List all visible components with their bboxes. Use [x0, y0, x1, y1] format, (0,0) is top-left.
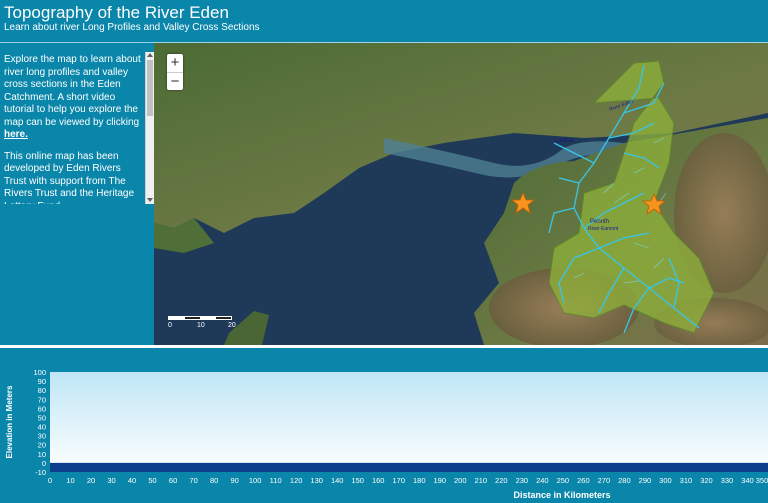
x-tick-label: 60: [169, 476, 177, 485]
profile-svg: 1009080706050403020100-10 0 10 20 30 40 50 60 7…: [5, 368, 768, 500]
x-tick-label: 240: [536, 476, 549, 485]
x-tick-label: 120: [290, 476, 303, 485]
header: Topography of the River Eden Learn about…: [0, 0, 768, 42]
scroll-thumb[interactable]: [147, 60, 153, 116]
scale-label: 0: [168, 322, 172, 329]
x-tick-label: 20: [87, 476, 95, 485]
scale-label: 10: [197, 322, 205, 329]
elevation-profile-chart[interactable]: 100 90 80 70 60 50 40 30 20 10 0 -10 0 10 20 30 40 50 60 7…: [0, 348, 768, 503]
info-panel: Explore the map to learn about river lon…: [0, 52, 154, 204]
info-panel-text: Explore the map to learn about river lon…: [4, 54, 142, 204]
place-label-penrith: Penrith: [590, 219, 609, 225]
x-tick-label: 250: [557, 476, 570, 485]
y-axis-label: Elevation in Meters: [5, 385, 14, 458]
zoom-in-button[interactable]: +: [167, 54, 183, 72]
x-tick-label: 30: [107, 476, 115, 485]
x-tick-label: 0: [48, 476, 52, 485]
x-tick-label: 170: [392, 476, 405, 485]
zoom-out-button[interactable]: −: [167, 72, 183, 90]
x-tick-label: 150: [351, 476, 364, 485]
y-tick-label: 70: [38, 395, 46, 404]
river-label-eamont: River Eamont: [588, 226, 619, 232]
x-tick-label: 270: [598, 476, 611, 485]
x-tick-label: 70: [189, 476, 197, 485]
y-tick-label: 10: [38, 450, 46, 459]
y-tick-label: 90: [38, 377, 46, 386]
place-label-carlisle: Carlisle: [554, 138, 575, 144]
x-tick-label: 210: [475, 476, 488, 485]
y-tick-label: 100: [33, 368, 46, 377]
x-tick-label: 320: [700, 476, 713, 485]
y-tick-label: 80: [38, 386, 46, 395]
x-tick-label: 10: [66, 476, 74, 485]
info-paragraph-intro: Explore the map to learn about river lon…: [4, 54, 142, 142]
profile-area: [50, 462, 768, 472]
x-tick-label: 160: [372, 476, 385, 485]
page-title: Topography of the River Eden: [4, 3, 229, 22]
x-tick-label: 50: [148, 476, 156, 485]
zoom-control: + −: [167, 54, 183, 90]
info-paragraph-credits: This online map has been developed by Ed…: [4, 150, 135, 205]
x-tick-label: 100: [249, 476, 262, 485]
y-tick-label: 30: [38, 432, 46, 441]
x-tick-label: 350: [756, 476, 768, 485]
satellite-map[interactable]: Carlisle Penrith River Eamont River Eden: [154, 43, 768, 345]
x-tick-label: 40: [128, 476, 136, 485]
scale-label: 20: [228, 322, 236, 329]
y-tick-label: 40: [38, 423, 46, 432]
info-panel-scrollbar[interactable]: [145, 52, 154, 204]
page-subtitle: Learn about river Long Profiles and Vall…: [4, 22, 260, 33]
x-tick-label: 200: [454, 476, 467, 485]
x-tick-label: 190: [434, 476, 447, 485]
y-tick-label: 60: [38, 404, 46, 413]
x-tick-label: 220: [495, 476, 508, 485]
scroll-up-icon[interactable]: [147, 53, 153, 57]
x-tick-label: 340: [741, 476, 754, 485]
x-tick-label: 180: [413, 476, 426, 485]
x-tick-label: 230: [516, 476, 529, 485]
x-tick-label: 90: [230, 476, 238, 485]
x-tick-label: 80: [210, 476, 218, 485]
scroll-down-icon[interactable]: [147, 198, 153, 202]
y-tick-label: 50: [38, 413, 46, 422]
intro-text: Explore the map to learn about river lon…: [4, 54, 141, 128]
x-tick-label: 330: [721, 476, 734, 485]
app-window: Topography of the River Eden Learn about…: [0, 0, 768, 503]
x-tick-label: 300: [659, 476, 672, 485]
y-tick-label: -10: [35, 468, 46, 477]
x-tick-label: 130: [310, 476, 323, 485]
scale-bar: 0 10 20: [168, 316, 238, 332]
x-tick-label: 290: [639, 476, 652, 485]
x-tick-label: 260: [577, 476, 590, 485]
x-tick-label: 140: [331, 476, 344, 485]
y-tick-label: 20: [38, 441, 46, 450]
plot-area: [50, 372, 768, 472]
x-tick-label: 110: [270, 476, 282, 485]
x-tick-label: 310: [680, 476, 693, 485]
x-tick-label: 280: [618, 476, 631, 485]
x-axis-label: Distance in Kilometers: [513, 490, 610, 500]
tutorial-link[interactable]: here.: [4, 129, 28, 140]
y-tick-label: 0: [42, 459, 46, 468]
